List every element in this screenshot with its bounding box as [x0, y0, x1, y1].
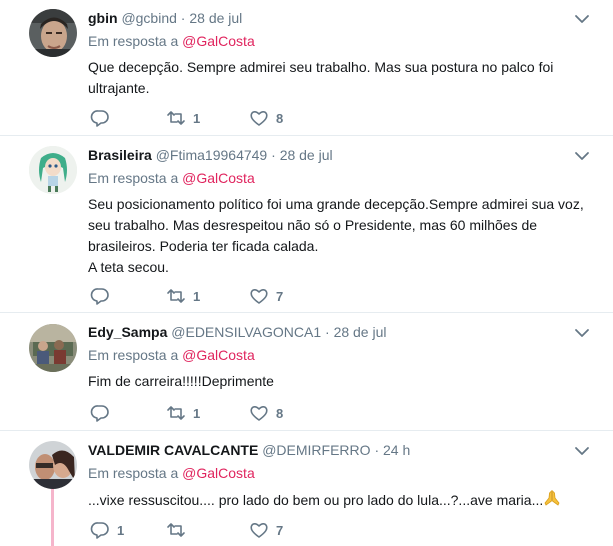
retweet-button[interactable]: 1	[166, 403, 200, 423]
tweet-header: Edy_Sampa @EDENSILVAGONCA1 · 28 de jul	[88, 323, 387, 341]
author-handle[interactable]: @EDENSILVAGONCA1	[171, 324, 321, 340]
mention-link[interactable]: @GalCosta	[182, 170, 255, 186]
separator: ·	[271, 147, 276, 163]
tweet-text: Seu posicionamento político foi uma gran…	[88, 194, 593, 278]
like-count: 7	[276, 288, 284, 304]
reply-button[interactable]	[90, 108, 117, 128]
reply-context: Em resposta a @GalCosta	[88, 465, 255, 481]
tweet-text: Que decepção. Sempre admirei seu trabalh…	[88, 57, 593, 99]
author-name[interactable]: Brasileira	[88, 147, 152, 163]
heart-icon	[250, 288, 268, 304]
retweet-count: 1	[193, 405, 201, 421]
tweet-actions: 1 7	[88, 286, 348, 306]
mention-link[interactable]: @GalCosta	[182, 347, 255, 363]
thread-line	[51, 487, 54, 546]
tweet-actions: 1 8	[88, 403, 348, 423]
separator: ·	[180, 10, 186, 26]
author-handle[interactable]: @Ftima19964749	[156, 147, 268, 163]
like-count: 8	[276, 405, 284, 421]
retweet-button[interactable]: 1	[166, 286, 200, 306]
reply-icon	[90, 288, 109, 305]
timestamp[interactable]: 28 de jul	[334, 324, 387, 340]
retweet-icon	[167, 406, 185, 420]
tweet-text: Fim de carreira!!!!!Deprimente	[88, 371, 593, 392]
retweet-button[interactable]	[166, 520, 193, 540]
retweet-icon	[167, 111, 185, 125]
avatar[interactable]	[29, 146, 77, 194]
reply-button[interactable]: 1	[90, 520, 124, 540]
retweet-count: 1	[193, 110, 201, 126]
tweet-line: brasileiros. Poderia ter ficada calada.	[88, 238, 319, 254]
heart-icon	[250, 522, 268, 538]
retweet-icon	[167, 523, 185, 537]
tweet-actions: 1 7	[88, 520, 348, 540]
author-name[interactable]: Edy_Sampa	[88, 324, 167, 340]
reply-button[interactable]	[90, 286, 117, 306]
tweet-item[interactable]: VALDEMIR CAVALCANTE @DEMIRFERRO · 24 h E…	[0, 432, 613, 546]
like-button[interactable]: 8	[249, 108, 283, 128]
mention-link[interactable]: @GalCosta	[182, 33, 255, 49]
tweet-header: VALDEMIR CAVALCANTE @DEMIRFERRO · 24 h	[88, 441, 410, 459]
tweet-line: Fim de carreira!!!!!Deprimente	[88, 373, 274, 389]
tweet-line: seu trabalho. Mas desrespeitou não só o …	[88, 217, 538, 233]
heart-icon	[250, 405, 268, 421]
timestamp[interactable]: 28 de jul	[280, 147, 333, 163]
timestamp[interactable]: 24 h	[383, 442, 410, 458]
tweet-item[interactable]: gbin @gcbind · 28 de jul Em resposta a @…	[0, 0, 613, 136]
reply-count: 1	[117, 522, 125, 538]
folded-hands-emoji	[544, 490, 560, 506]
retweet-count: 1	[193, 288, 201, 304]
chevron-down-icon[interactable]	[573, 324, 591, 342]
like-button[interactable]: 7	[249, 520, 283, 540]
author-name[interactable]: gbin	[88, 10, 118, 26]
reply-label: Em resposta a	[88, 347, 179, 363]
avatar[interactable]	[29, 324, 77, 372]
tweet-item[interactable]: Brasileira @Ftima19964749 · 28 de jul Em…	[0, 137, 613, 313]
tweet-header: gbin @gcbind · 28 de jul	[88, 9, 242, 27]
reply-icon	[90, 405, 109, 422]
like-count: 7	[276, 522, 284, 538]
chevron-down-icon[interactable]	[573, 147, 591, 165]
retweet-icon	[167, 289, 185, 303]
chevron-down-icon[interactable]	[573, 10, 591, 28]
reply-label: Em resposta a	[88, 170, 179, 186]
tweet-line: Que decepção. Sempre admirei seu trabalh…	[88, 59, 554, 75]
timestamp[interactable]: 28 de jul	[189, 10, 242, 26]
like-button[interactable]: 7	[249, 286, 283, 306]
tweet-actions: 1 8	[88, 108, 348, 128]
author-handle[interactable]: @gcbind	[121, 10, 176, 26]
reply-label: Em resposta a	[88, 465, 179, 481]
author-name[interactable]: VALDEMIR CAVALCANTE	[88, 442, 258, 458]
reply-label: Em resposta a	[88, 33, 179, 49]
separator: ·	[325, 324, 330, 340]
avatar[interactable]	[29, 441, 77, 489]
like-button[interactable]: 8	[249, 403, 283, 423]
reply-context: Em resposta a @GalCosta	[88, 170, 255, 186]
tweet-line: Seu posicionamento político foi uma gran…	[88, 196, 584, 212]
reply-icon	[90, 522, 109, 539]
tweet-text: ...vixe ressuscitou.... pro lado do bem …	[88, 489, 593, 511]
tweet-item[interactable]: Edy_Sampa @EDENSILVAGONCA1 · 28 de jul E…	[0, 314, 613, 431]
avatar[interactable]	[29, 9, 77, 57]
tweet-line: ...vixe ressuscitou.... pro lado do bem …	[88, 489, 593, 511]
reply-context: Em resposta a @GalCosta	[88, 33, 255, 49]
mention-link[interactable]: @GalCosta	[182, 465, 255, 481]
like-count: 8	[276, 110, 284, 126]
reply-icon	[90, 110, 109, 127]
reply-button[interactable]	[90, 403, 117, 423]
heart-icon	[250, 110, 268, 126]
chevron-down-icon[interactable]	[573, 442, 591, 460]
author-handle[interactable]: @DEMIRFERRO	[262, 442, 370, 458]
reply-context: Em resposta a @GalCosta	[88, 347, 255, 363]
retweet-button[interactable]: 1	[166, 108, 200, 128]
tweet-line-text: ...vixe ressuscitou.... pro lado do bem …	[88, 492, 544, 508]
tweet-line: A teta secou.	[88, 259, 169, 275]
separator: ·	[374, 442, 380, 458]
tweet-line: ultrajante.	[88, 80, 150, 96]
tweet-header: Brasileira @Ftima19964749 · 28 de jul	[88, 146, 333, 164]
